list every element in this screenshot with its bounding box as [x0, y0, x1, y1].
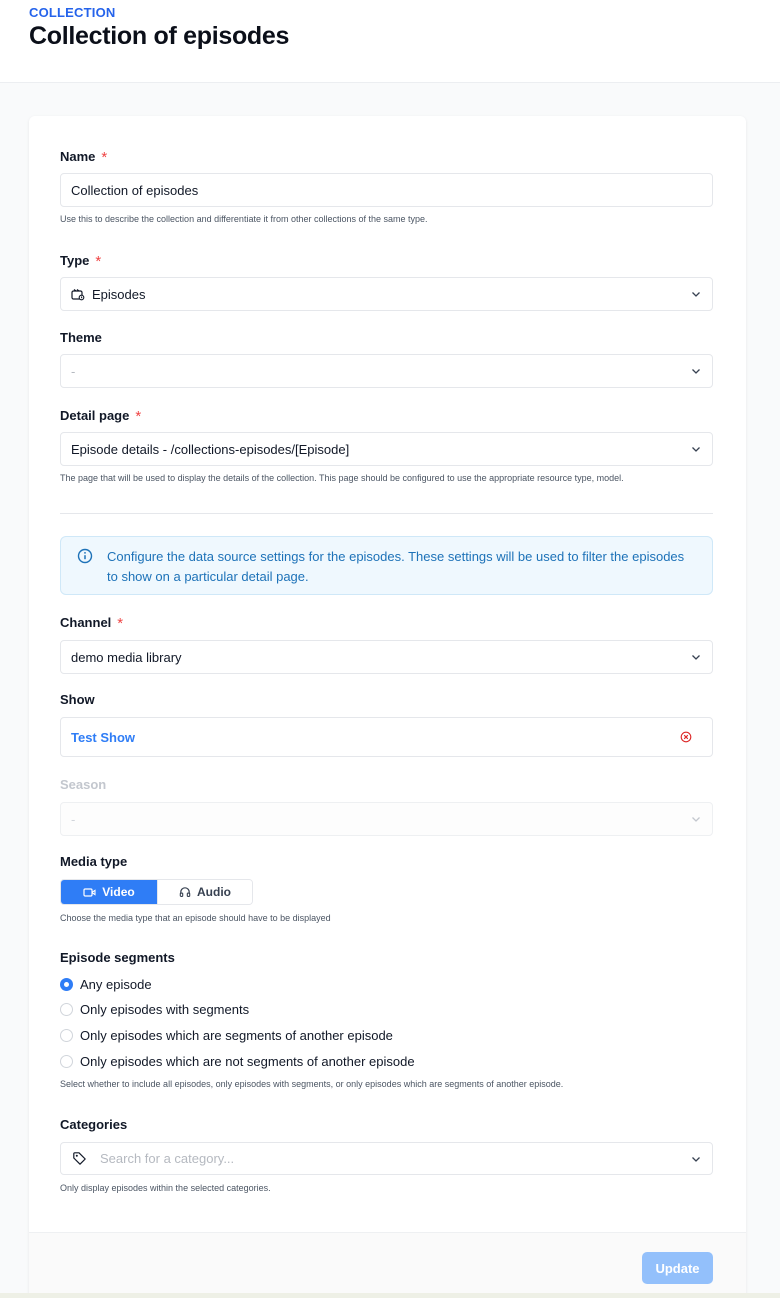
- media-type-toggle: Video Audio: [60, 879, 253, 905]
- required-mark: *: [117, 615, 124, 632]
- radio-button[interactable]: [60, 978, 73, 991]
- type-label-text: Type: [60, 253, 90, 268]
- form-footer: [29, 1233, 746, 1298]
- season-label: Season: [60, 777, 106, 792]
- type-label: Type *: [60, 252, 102, 270]
- show-selected-value[interactable]: Test Show: [71, 730, 680, 745]
- radio-button[interactable]: [60, 1003, 73, 1016]
- categories-label-text: Categories: [60, 1117, 128, 1132]
- type-select[interactable]: Episodes: [60, 277, 713, 311]
- show-select[interactable]: Test Show: [60, 717, 713, 757]
- name-help: Use this to describe the collection and …: [60, 214, 428, 224]
- segments-label-text: Episode segments: [60, 950, 175, 965]
- show-label-text: Show: [60, 692, 95, 707]
- segments-option-with-segments[interactable]: Only episodes with segments: [60, 1002, 249, 1017]
- form-card: Name * Collection of episodes Use this to…: [29, 116, 746, 1298]
- page-header: COLLECTION Collection of episodes: [0, 0, 780, 83]
- season-label-text: Season: [60, 777, 107, 792]
- detail-page-label: Detail page *: [60, 407, 142, 425]
- segments-option-are-segments[interactable]: Only episodes which are segments of anot…: [60, 1028, 393, 1043]
- chevron-down-icon: [692, 292, 700, 297]
- theme-select[interactable]: -: [60, 354, 713, 388]
- info-icon: [77, 548, 93, 569]
- media-type-audio-button[interactable]: Audio: [157, 880, 252, 904]
- channel-select[interactable]: demo media library: [60, 640, 713, 674]
- name-label-text: Name: [60, 149, 96, 164]
- required-mark: *: [95, 253, 102, 270]
- media-type-audio-label: Audio: [197, 885, 231, 899]
- chevron-down-icon: [692, 1156, 700, 1162]
- segments-help: Select whether to include all episodes, …: [60, 1079, 564, 1089]
- channel-select-value: demo media library: [71, 649, 182, 665]
- video-icon: [83, 887, 96, 897]
- page-eyebrow: COLLECTION: [29, 5, 116, 20]
- media-type-label-text: Media type: [60, 854, 128, 869]
- theme-select-value: -: [71, 363, 76, 379]
- show-label: Show: [60, 692, 95, 707]
- type-select-value: Episodes: [92, 286, 146, 302]
- name-input[interactable]: Collection of episodes: [60, 173, 713, 207]
- info-callout: Configure the data source settings for t…: [60, 536, 713, 595]
- required-mark: *: [101, 149, 108, 166]
- segments-option-label: Any episode: [80, 977, 152, 992]
- categories-search[interactable]: Search for a category...: [60, 1142, 713, 1175]
- media-type-help: Choose the media type that an episode sh…: [60, 913, 331, 923]
- chevron-down-icon: [692, 817, 700, 822]
- clear-icon[interactable]: [680, 731, 692, 743]
- required-mark: *: [135, 408, 142, 425]
- season-select-value: -: [71, 811, 76, 827]
- info-text: Configure the data source settings for t…: [107, 549, 685, 584]
- segments-option-label: Only episodes which are segments of anot…: [80, 1028, 393, 1043]
- tag-icon: [72, 1151, 87, 1166]
- channel-label-text: Channel: [60, 615, 112, 630]
- update-button[interactable]: Update: [642, 1252, 713, 1284]
- media-type-label: Media type: [60, 854, 127, 869]
- detail-page-label-text: Detail page: [60, 408, 130, 423]
- section-divider: [60, 513, 713, 514]
- channel-label: Channel *: [60, 614, 124, 632]
- categories-placeholder: Search for a category...: [100, 1151, 235, 1166]
- segments-option-label: Only episodes which are not segments of …: [80, 1054, 415, 1069]
- segments-option-any[interactable]: Any episode: [60, 977, 152, 992]
- radio-button[interactable]: [60, 1055, 73, 1068]
- chevron-down-icon: [692, 369, 700, 374]
- chevron-down-icon: [692, 655, 700, 660]
- theme-label: Theme: [60, 330, 102, 345]
- segments-label: Episode segments: [60, 950, 175, 965]
- media-type-video-label: Video: [102, 885, 135, 899]
- bottom-strip: [0, 1293, 780, 1298]
- headphones-icon: [179, 887, 191, 897]
- media-type-video-button[interactable]: Video: [61, 880, 157, 904]
- detail-page-select[interactable]: Episode details - /collections-episodes/…: [60, 432, 713, 466]
- segments-option-not-segments[interactable]: Only episodes which are not segments of …: [60, 1054, 415, 1069]
- name-label: Name *: [60, 148, 108, 166]
- detail-page-help: The page that will be used to display th…: [60, 473, 624, 483]
- chevron-down-icon: [692, 447, 700, 452]
- categories-help: Only display episodes within the selecte…: [60, 1183, 271, 1193]
- segments-option-label: Only episodes with segments: [80, 1002, 250, 1017]
- categories-label: Categories: [60, 1117, 127, 1132]
- name-input-value: Collection of episodes: [71, 182, 199, 198]
- page-title: Collection of episodes: [29, 22, 290, 50]
- episodes-icon: [71, 288, 85, 301]
- detail-page-select-value: Episode details - /collections-episodes/…: [71, 441, 350, 457]
- radio-button[interactable]: [60, 1029, 73, 1042]
- season-select: -: [60, 802, 713, 836]
- theme-label-text: Theme: [60, 330, 102, 345]
